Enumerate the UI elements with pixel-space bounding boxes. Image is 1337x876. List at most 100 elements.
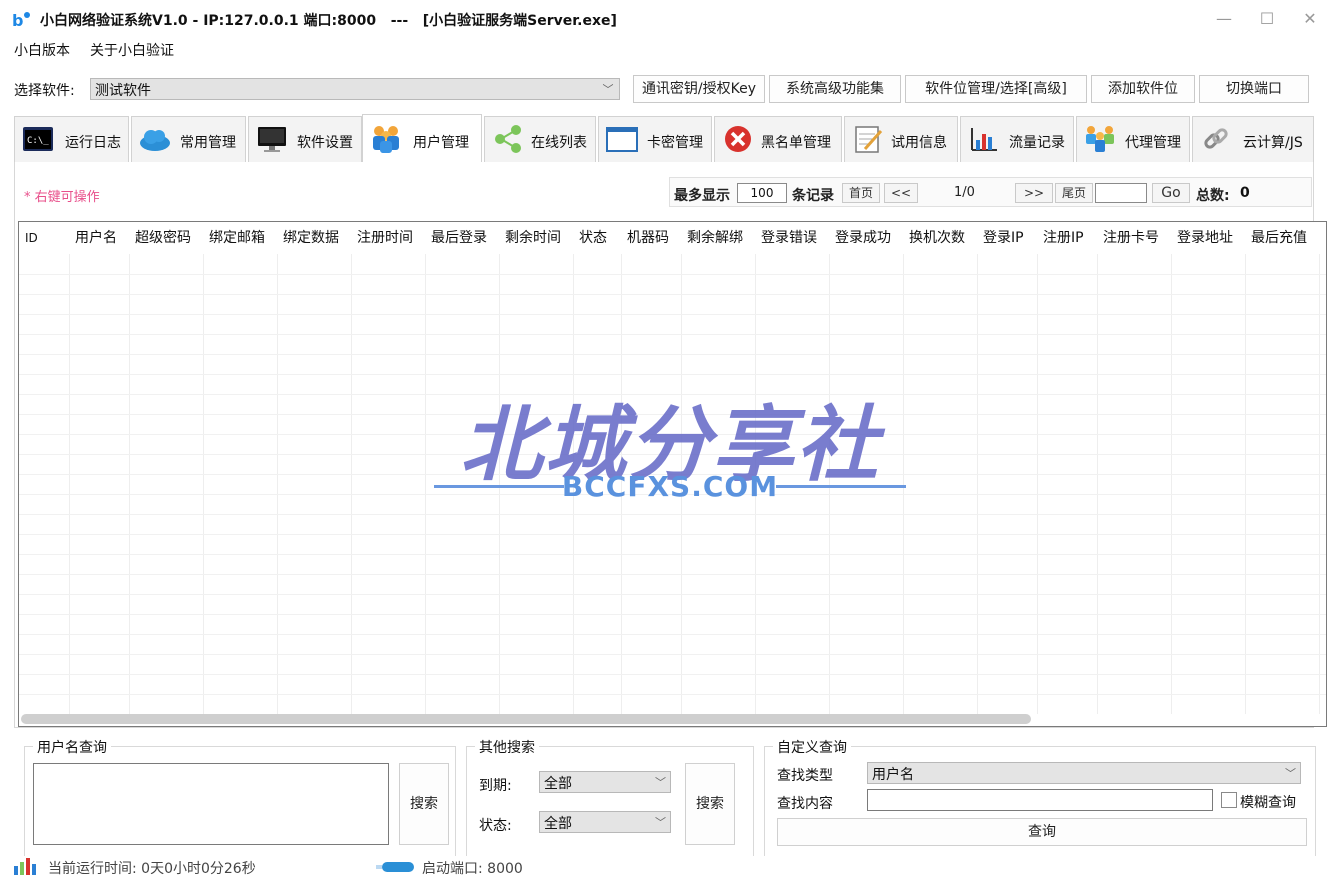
tab-label: 卡密管理 [647,135,703,151]
max-display-input[interactable]: 100 [737,183,787,203]
tab-trial-info[interactable]: 试用信息 [844,116,958,162]
column-header-remaining-time[interactable]: 剩余时间 [499,222,573,254]
tab-label: 运行日志 [65,135,121,151]
window-icon [606,127,638,152]
custom-query-group: 自定义查询 查找类型 用户名 ﹀ 查找内容 模糊查询 查询 [764,737,1316,856]
tab-agent-manage[interactable]: 代理管理 [1076,116,1190,162]
column-header-last-login[interactable]: 最后登录 [425,222,499,254]
tab-label: 在线列表 [531,135,587,151]
tab-label: 用户管理 [413,135,469,151]
column-header-login-address[interactable]: 登录地址 [1171,222,1245,254]
tab-blacklist-manage[interactable]: 黑名单管理 [714,116,842,162]
add-software-slot-button[interactable]: 添加软件位 [1091,75,1195,103]
column-header-remaining-unbind[interactable]: 剩余解绑 [681,222,755,254]
pager-bar: 最多显示 100 条记录 首页 << 1/0 >> 尾页 Go 总数: 0 [669,177,1312,207]
column-header-login-ip[interactable]: 登录IP [977,222,1037,254]
goto-page-input[interactable] [1095,183,1147,203]
expire-select[interactable]: 全部 ﹀ [539,771,671,793]
column-header-last-recharge[interactable]: 最后充值 [1245,222,1319,254]
tab-label: 云计算/JS [1243,135,1303,151]
column-header-bind-data[interactable]: 绑定数据 [277,222,351,254]
title-bar: b 小白网络验证系统V1.0 - IP:127.0.0.1 端口:8000 --… [0,0,1337,38]
advanced-features-button[interactable]: 系统高级功能集 [769,75,901,103]
tab-traffic-log[interactable]: 流量记录 [960,116,1074,162]
find-content-input[interactable] [867,789,1213,811]
find-type-value: 用户名 [872,767,914,783]
go-button[interactable]: Go [1152,183,1190,203]
comm-key-button[interactable]: 通讯密钥/授权Key [633,75,765,103]
minimize-button[interactable]: — [1210,8,1238,30]
chevron-down-icon: ﹀ [1285,767,1296,780]
other-search-group: 其他搜索 到期: 全部 ﹀ 状态: 全部 ﹀ 搜索 [466,737,754,856]
tab-software-settings[interactable]: 软件设置 [248,116,362,162]
window-title: 小白网络验证系统V1.0 - IP:127.0.0.1 端口:8000 --- … [40,13,617,29]
column-header-email[interactable]: 绑定邮箱 [203,222,277,254]
fuzzy-query-checkbox[interactable] [1221,792,1237,808]
software-select[interactable]: 测试软件 ﹀ [90,78,620,100]
prev-page-button[interactable]: << [884,183,918,203]
software-slot-manage-button[interactable]: 软件位管理/选择[高级] [905,75,1087,103]
total-label: 总数: [1196,188,1230,204]
column-header-username[interactable]: 用户名 [69,222,129,254]
column-header-register-ip[interactable]: 注册IP [1037,222,1097,254]
bar-chart-icon [971,128,997,151]
status-label: 状态: [479,818,512,834]
column-header-login-errors[interactable]: 登录错误 [755,222,829,254]
users-icon [373,126,399,153]
column-header-register-card[interactable]: 注册卡号 [1097,222,1171,254]
svg-text:C:\_: C:\_ [27,136,49,146]
status-select[interactable]: 全部 ﹀ [539,811,671,833]
last-page-button[interactable]: 尾页 [1055,183,1093,203]
agents-icon [1086,126,1114,152]
tab-label: 软件设置 [297,135,353,151]
query-button[interactable]: 查询 [777,818,1307,846]
column-header-register-time[interactable]: 注册时间 [351,222,425,254]
page-indicator: 1/0 [954,185,975,200]
first-page-button[interactable]: 首页 [842,183,880,203]
monitor-icon [258,127,286,152]
menu-item-about[interactable]: 关于小白验证 [90,40,174,60]
column-header-super-password[interactable]: 超级密码 [129,222,203,254]
tab-label: 黑名单管理 [761,135,831,151]
group-title: 自定义查询 [773,737,851,757]
column-header-status[interactable]: 状态 [573,222,621,254]
tab-run-log[interactable]: C:\_ 运行日志 [14,116,129,162]
tab-card-manage[interactable]: 卡密管理 [598,116,712,162]
console-icon: C:\_ [23,127,53,151]
column-header-id[interactable]: ID [19,222,69,254]
username-search-button[interactable]: 搜索 [399,763,449,845]
next-page-button[interactable]: >> [1015,183,1053,203]
username-query-group: 用户名查询 搜索 [24,737,456,856]
other-search-button[interactable]: 搜索 [685,763,735,845]
find-type-select[interactable]: 用户名 ﹀ [867,762,1301,784]
tab-label: 常用管理 [180,135,236,151]
tab-bar: C:\_ 运行日志 常用管理 软件设置 用户管理 在线列表 卡密管理 黑名单管理… [14,114,1314,162]
horizontal-scrollbar[interactable] [21,714,1031,724]
menu-item-version[interactable]: 小白版本 [14,40,70,60]
tab-user-manage[interactable]: 用户管理 [362,114,482,162]
tab-label: 试用信息 [891,135,947,151]
tab-label: 代理管理 [1125,135,1181,151]
right-click-hint: * 右键可操作 [24,190,100,205]
expire-label: 到期: [479,778,512,794]
max-display-label: 最多显示 [674,188,730,204]
find-content-label: 查找内容 [777,796,833,812]
username-query-input[interactable] [33,763,389,845]
watermark-right-line [776,485,906,488]
tab-cloud-compute[interactable]: 云计算/JS [1192,116,1314,162]
port-indicator-icon [376,862,414,872]
column-header-machine-code[interactable]: 机器码 [621,222,681,254]
table-header: ID 用户名 超级密码 绑定邮箱 绑定数据 注册时间 最后登录 剩余时间 状态 … [19,222,1326,254]
tab-common-manage[interactable]: 常用管理 [131,116,246,162]
close-button[interactable]: ✕ [1296,8,1324,30]
tab-online-list[interactable]: 在线列表 [484,116,596,162]
chevron-down-icon: ﹀ [655,816,666,829]
expire-select-value: 全部 [544,776,572,792]
records-label: 条记录 [792,188,834,204]
port-status: 启动端口: 8000 [422,861,523,876]
app-logo-icon: b [12,11,30,30]
switch-port-button[interactable]: 切换端口 [1199,75,1309,103]
column-header-login-success[interactable]: 登录成功 [829,222,903,254]
maximize-button[interactable]: ☐ [1253,8,1281,30]
column-header-machine-changes[interactable]: 换机次数 [903,222,977,254]
